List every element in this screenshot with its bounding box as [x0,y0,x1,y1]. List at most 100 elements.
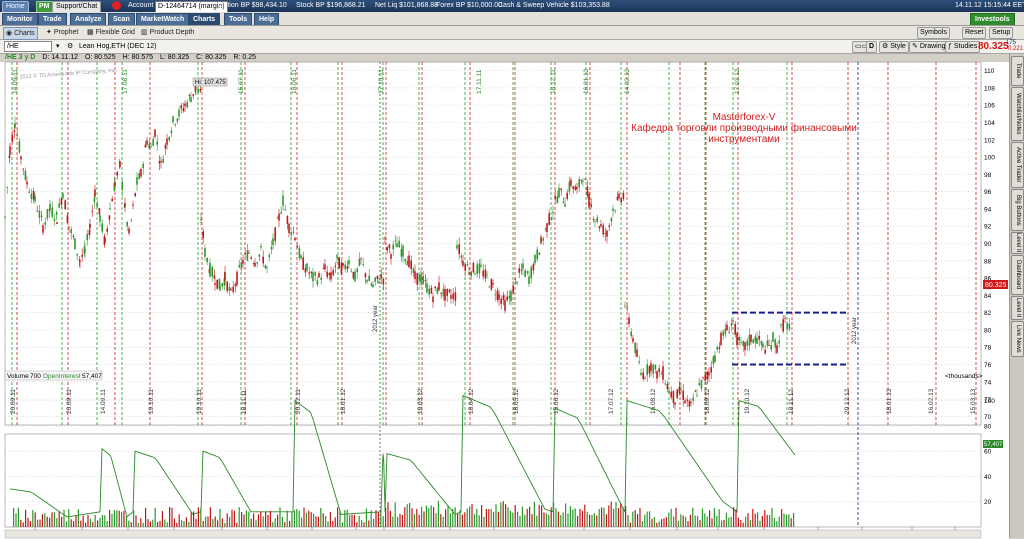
y-tick-label: 88 [984,258,992,265]
candle-body [534,255,536,264]
volume-bar [524,514,526,527]
volume-bar [473,513,475,527]
candle-body [418,274,421,282]
sidetab-dashboard[interactable]: Dashboard [1011,255,1024,295]
candle-body [528,276,530,285]
volume-bar [454,507,456,527]
volume-bar [337,507,339,527]
candle-body [340,263,343,274]
volume-bar [236,522,238,527]
volume-bar [106,521,108,527]
tab-monitor[interactable]: Monitor [2,13,38,25]
volume-bar [332,520,334,527]
candle-body [580,180,583,182]
candle-body [334,265,337,267]
candle-body [148,144,150,149]
tab-trade[interactable]: Trade [38,13,67,25]
studies-button[interactable]: ƒ Studies [945,41,981,53]
candle-body [68,226,70,228]
timeframe-d-button[interactable]: D [866,41,878,53]
sidetab-active-trader[interactable]: Active Trader [1011,142,1024,188]
candle-body [498,294,500,300]
sidetab-watchlist-notes[interactable]: Watchlist/Notes [1011,87,1024,141]
candle-body [4,216,6,218]
style-button[interactable]: ⚙ Style [879,41,909,53]
candle-body [81,254,83,257]
symbol-settings-icon[interactable]: ⚙ [67,41,73,52]
subtab-flexible-grid[interactable]: ▦ Flexible Grid [87,27,135,38]
expiry-date-label: 20.09.11 [66,389,73,414]
volume-bar [517,511,519,527]
tab-scan[interactable]: Scan [108,13,135,25]
candle-body [214,283,216,285]
symbol-dropdown-icon[interactable]: ▾ [56,41,60,52]
candle-body [254,262,256,267]
candle-body [468,272,470,274]
subtab-charts[interactable]: ◉ Charts [3,27,38,40]
sidetab-level2-b[interactable]: Level II [1011,296,1024,320]
candle-body [508,295,511,299]
candle-body [738,337,740,341]
volume-bar [589,514,591,527]
tab-charts[interactable]: Charts [188,13,221,25]
price-and-volume-chart[interactable]: 20.09.11 20.09.11 14.09.11 19.10.11 19.10.11… [0,54,1009,539]
volume-bar [773,518,775,527]
sidetab-big-buttons[interactable]: Big Buttons [1011,189,1024,231]
volume-bar [440,514,442,527]
candle-body [204,248,206,257]
candle-body [91,210,93,212]
candle-body [444,288,446,301]
hi-label: Hi: 107.475 [192,77,228,87]
volume-bar [133,510,135,527]
volume-bar [418,514,420,527]
candle-body [654,364,657,370]
candle-body [684,400,686,404]
candle-body [252,263,255,264]
volume-bar [389,510,391,527]
expiry-date-label: 19.10.11 [196,389,203,414]
candle-body [221,283,223,287]
tab-help[interactable]: Help [254,13,280,25]
sidetab-level2-a[interactable]: Level II [1011,232,1024,254]
candle-body [286,216,289,224]
symbol-input[interactable]: /HE [4,41,52,52]
candle-body [620,198,622,203]
candle-body [744,342,746,351]
expiry-date-label: 18.01.12 [340,388,347,414]
volume-bar [490,508,492,527]
account-label: Account [128,2,154,9]
volume-bar [380,509,382,527]
tab-marketwatch[interactable]: MarketWatch [136,13,190,25]
volume-bar [344,510,346,527]
tab-tools[interactable]: Tools [224,13,253,25]
candle-body [776,345,778,353]
expiry-date-label-green: 18.12.11 [550,69,557,94]
volume-bar [749,520,751,527]
volume-bar [123,510,125,527]
subtab-product-depth[interactable]: ▥ Product Depth [141,27,194,38]
candle-body [652,364,654,374]
volume-bar [171,507,173,527]
candle-body [664,383,666,385]
reset-button[interactable]: Reset [962,27,987,39]
candle-body [352,271,355,279]
sidetab-live-news[interactable]: Live News [1011,321,1024,357]
volume-bar [682,515,684,527]
volume-bar [305,513,307,527]
volume-bar [394,502,396,527]
volume-bar [200,507,202,527]
symbols-button[interactable]: Symbols [917,27,950,39]
candle-body [422,275,424,284]
alert-dot-icon[interactable] [112,1,121,10]
year-separator-label: 2012 year [373,305,379,332]
candle-body [288,223,290,234]
candle-body [718,347,721,350]
sidetab-trade[interactable]: Trade [1011,56,1024,86]
y-tick-label: 92 [984,224,992,231]
subtab-prophet[interactable]: ✦ Prophet [46,27,78,38]
tab-analyze[interactable]: Analyze [70,13,107,25]
candle-body [516,281,518,284]
volume-bar [149,521,151,527]
setup-button[interactable]: Setup [989,27,1014,39]
stat-option-bp: Option BP $98,434.10 [218,2,287,9]
